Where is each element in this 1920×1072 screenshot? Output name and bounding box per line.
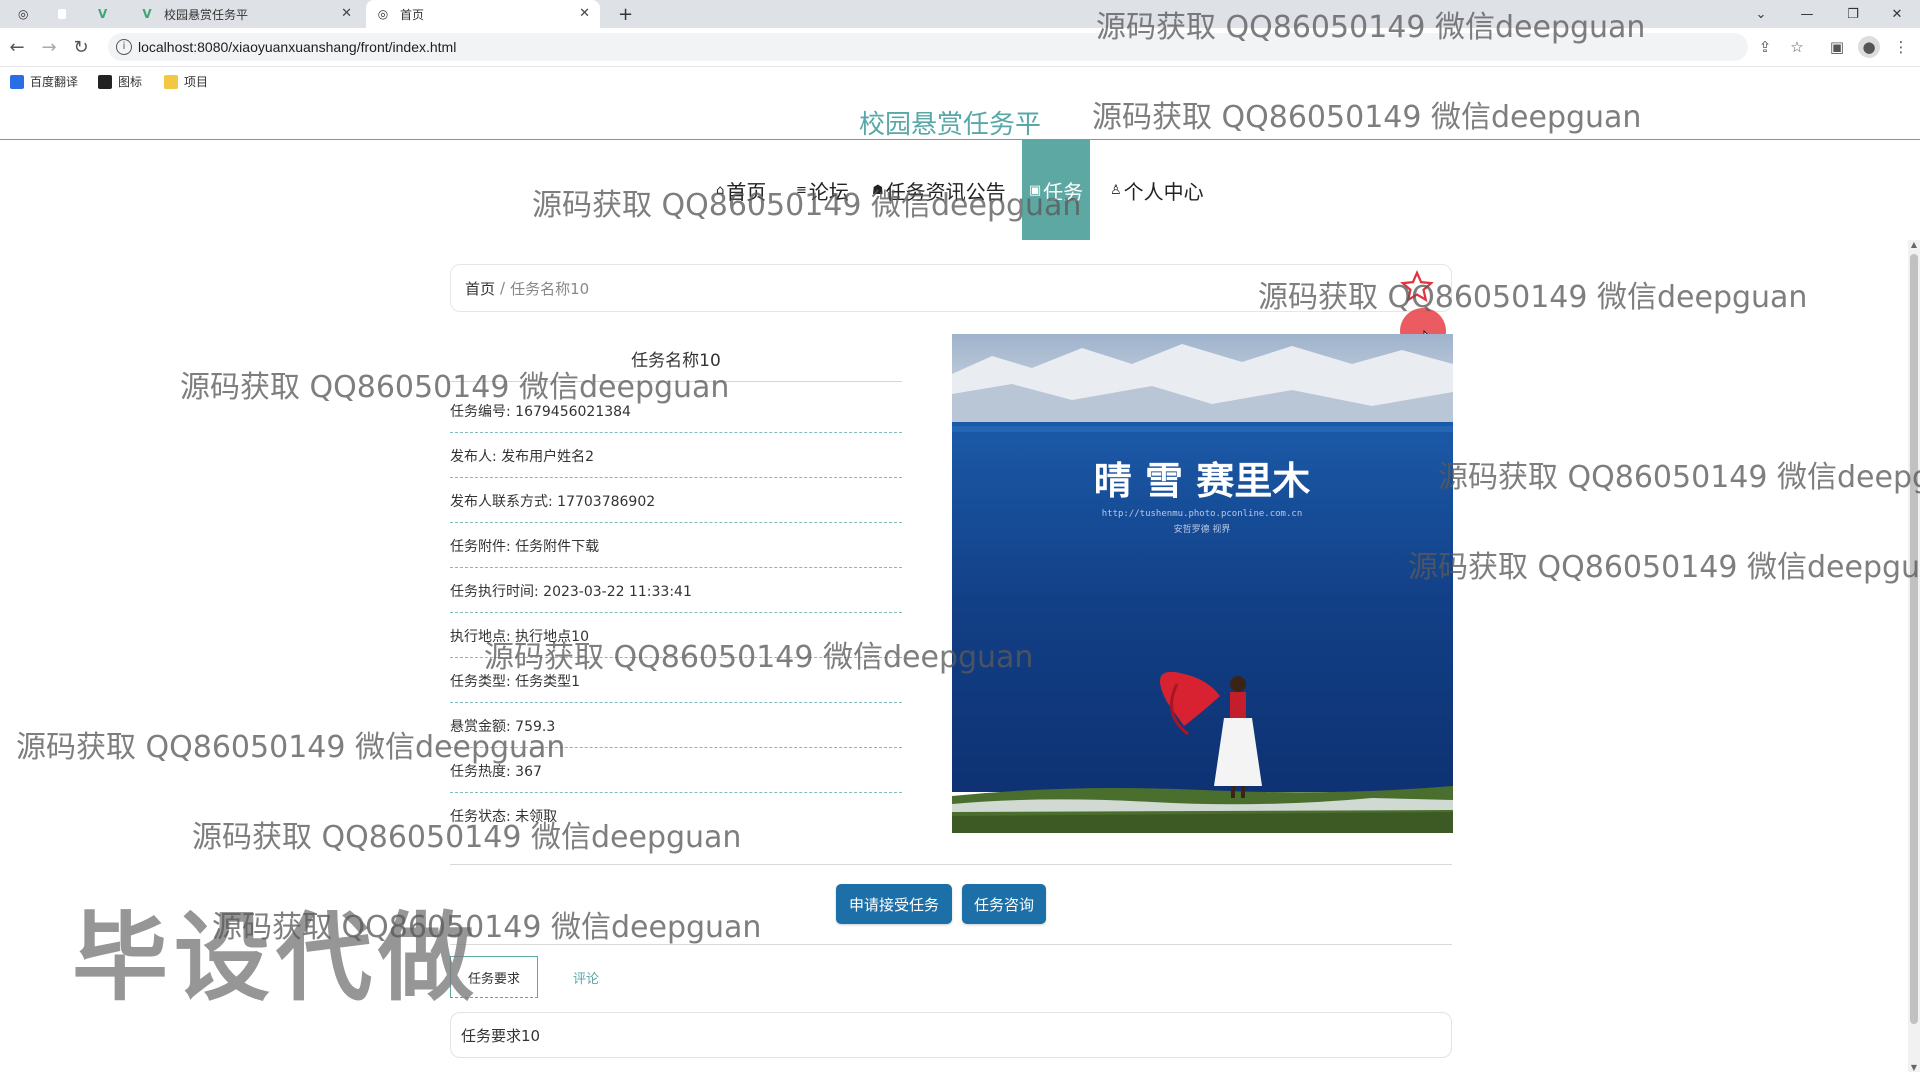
folder-icon [164, 74, 178, 89]
watermark-text: 源码获取 QQ86050149 微信deepg [1438, 460, 1920, 495]
nav-item-user-center[interactable]: ♙ 个人中心 [1110, 140, 1204, 240]
forward-icon[interactable]: → [38, 36, 60, 58]
bookmark-item[interactable]: 图标 [98, 73, 142, 90]
main-navigation: ⌂ 首页 ≡ 论坛 ☗ 任务资讯公告 ▣ 任务 ♙ 个人中心 [0, 140, 1920, 240]
breadcrumb: 首页 / 任务名称10 [450, 264, 1452, 312]
browser-tab-home[interactable]: ◎ 首页 ✕ [366, 0, 600, 28]
nav-label: 论坛 [808, 179, 849, 204]
globe-icon: ◎ [18, 7, 29, 21]
blank-page-icon [58, 9, 66, 19]
home-icon: ⌂ [716, 182, 725, 198]
detail-field-task-number: 任务编号: 1679456021384 [450, 388, 902, 433]
scrollbar-thumb[interactable] [1910, 254, 1918, 1024]
photo-logo-text: 晴 雪 赛里木 [1094, 458, 1310, 503]
browser-tab[interactable]: V [88, 0, 126, 28]
browser-tab[interactable]: ◎ [8, 0, 46, 28]
favorite-star-icon[interactable] [1400, 270, 1434, 304]
side-panel-icon[interactable]: ▣ [1826, 36, 1848, 58]
detail-field-publisher: 发布人: 发布用户姓名2 [450, 433, 902, 478]
close-tab-icon[interactable]: ✕ [341, 6, 352, 21]
apply-task-button[interactable]: 申请接受任务 [836, 884, 952, 924]
detail-field-execution-time: 任务执行时间: 2023-03-22 11:33:41 [450, 568, 902, 613]
detail-field-popularity: 任务热度: 367 [450, 748, 902, 793]
nav-item-tasks[interactable]: ▣ 任务 [1022, 140, 1090, 240]
task-photo: 晴 雪 赛里木 http://tushenmu.photo.pconline.c… [952, 334, 1453, 833]
nav-label: 任务资讯公告 [885, 179, 1006, 204]
divider [450, 944, 1452, 945]
address-bar[interactable]: i localhost:8080/xiaoyuanxuanshang/front… [108, 33, 1748, 61]
reload-icon[interactable]: ↻ [70, 36, 92, 58]
browser-toolbar: ← → ↻ i localhost:8080/xiaoyuanxuanshang… [0, 28, 1920, 67]
translate-icon [10, 74, 24, 89]
share-icon[interactable]: ⇪ [1754, 36, 1776, 58]
detail-field-status: 任务状态: 未领取 [450, 809, 558, 825]
site-info-icon[interactable]: i [116, 39, 132, 55]
task-icon: ▣ [1028, 182, 1042, 198]
user-icon: ♙ [1110, 182, 1122, 198]
scroll-up-icon[interactable]: ▲ [1909, 240, 1919, 249]
minimize-icon[interactable]: — [1784, 0, 1830, 28]
menu-kebab-icon[interactable]: ⋮ [1890, 36, 1912, 58]
page-scrollbar[interactable]: ▲ ▼ [1908, 240, 1920, 1072]
bookmark-label: 图标 [118, 75, 143, 89]
bookmark-label: 项目 [184, 75, 209, 89]
vue-logo-icon: V [98, 7, 108, 21]
bookmark-label: 百度翻译 [30, 75, 79, 89]
close-tab-icon[interactable]: ✕ [579, 6, 590, 21]
nav-item-announcements[interactable]: ☗ 任务资讯公告 [872, 140, 1006, 240]
divider [450, 381, 902, 382]
nav-label: 首页 [726, 179, 767, 204]
detail-field-location: 执行地点: 执行地点10 [450, 613, 902, 658]
tab-requirements[interactable]: 任务要求 [450, 956, 538, 998]
tab-comments[interactable]: 评论 [550, 956, 622, 998]
detail-field-reward: 悬赏金额: 759.3 [450, 703, 902, 748]
site-title: 校园悬赏任务平 [858, 110, 1041, 140]
breadcrumb-home-link[interactable]: 首页 [465, 278, 495, 299]
nav-item-home[interactable]: ⌂ 首页 [716, 140, 766, 240]
watermark-text: 源码获取 QQ86050149 微信deepguan [212, 910, 762, 945]
watermark-big-text: 毕设代做 [72, 902, 480, 1014]
browser-tab-task-platform[interactable]: V 校园悬赏任务平 ✕ [130, 0, 362, 28]
restore-icon[interactable]: ❐ [1830, 0, 1876, 28]
vue-logo-icon: V [142, 7, 152, 21]
lake-photo-image: 晴 雪 赛里木 http://tushenmu.photo.pconline.c… [952, 334, 1453, 833]
breadcrumb-separator: / [500, 279, 506, 297]
requirements-content: 任务要求10 [450, 1012, 1452, 1058]
back-icon[interactable]: ← [6, 36, 28, 58]
bookmark-item[interactable]: 百度翻译 [10, 73, 78, 90]
nav-item-forum[interactable]: ≡ 论坛 [796, 140, 849, 240]
profile-avatar-icon[interactable]: ● [1858, 36, 1880, 58]
image-icon [98, 74, 112, 89]
browser-tab[interactable] [48, 0, 86, 28]
nav-label: 任务 [1043, 179, 1084, 204]
globe-icon: ◎ [377, 7, 389, 21]
watermark-text: 源码获取 QQ86050149 微信deepgua [1408, 550, 1920, 585]
photo-caption-text: 安哲罗德 视界 [1174, 523, 1231, 535]
bookmark-star-icon[interactable]: ☆ [1786, 36, 1808, 58]
task-consult-button[interactable]: 任务咨询 [962, 884, 1046, 924]
new-tab-button[interactable]: + [608, 0, 638, 28]
tab-title: 首页 [400, 7, 425, 22]
tab-title: 校园悬赏任务平 [164, 7, 249, 22]
forum-icon: ≡ [796, 182, 807, 198]
detail-field-attachment[interactable]: 任务附件: 任务附件下载 [450, 523, 902, 568]
detail-tabs: 任务要求 评论 [450, 956, 1452, 998]
bookmark-item[interactable]: 项目 [164, 73, 208, 90]
close-window-icon[interactable]: ✕ [1874, 0, 1920, 28]
task-title: 任务名称10 [631, 351, 721, 371]
browser-tab-strip: ◎ V V 校园悬赏任务平 ✕ ◎ 首页 ✕ + ⌄ — ❐ ✕ [0, 0, 1920, 28]
nav-label: 个人中心 [1123, 179, 1204, 204]
bookmarks-bar: 百度翻译 图标 项目 [0, 67, 1920, 95]
graduation-cap-icon: ☗ [872, 182, 884, 198]
url-text[interactable]: localhost:8080/xiaoyuanxuanshang/front/i… [138, 39, 456, 55]
divider [450, 864, 1452, 865]
breadcrumb-current: 任务名称10 [510, 279, 590, 298]
tab-search-icon[interactable]: ⌄ [1738, 0, 1784, 28]
detail-field-publisher-contact: 发布人联系方式: 17703786902 [450, 478, 902, 523]
detail-field-task-type: 任务类型: 任务类型1 [450, 658, 902, 703]
photo-url-text: http://tushenmu.photo.pconline.com.cn [1102, 509, 1302, 519]
scroll-down-icon[interactable]: ▼ [1909, 1063, 1919, 1072]
